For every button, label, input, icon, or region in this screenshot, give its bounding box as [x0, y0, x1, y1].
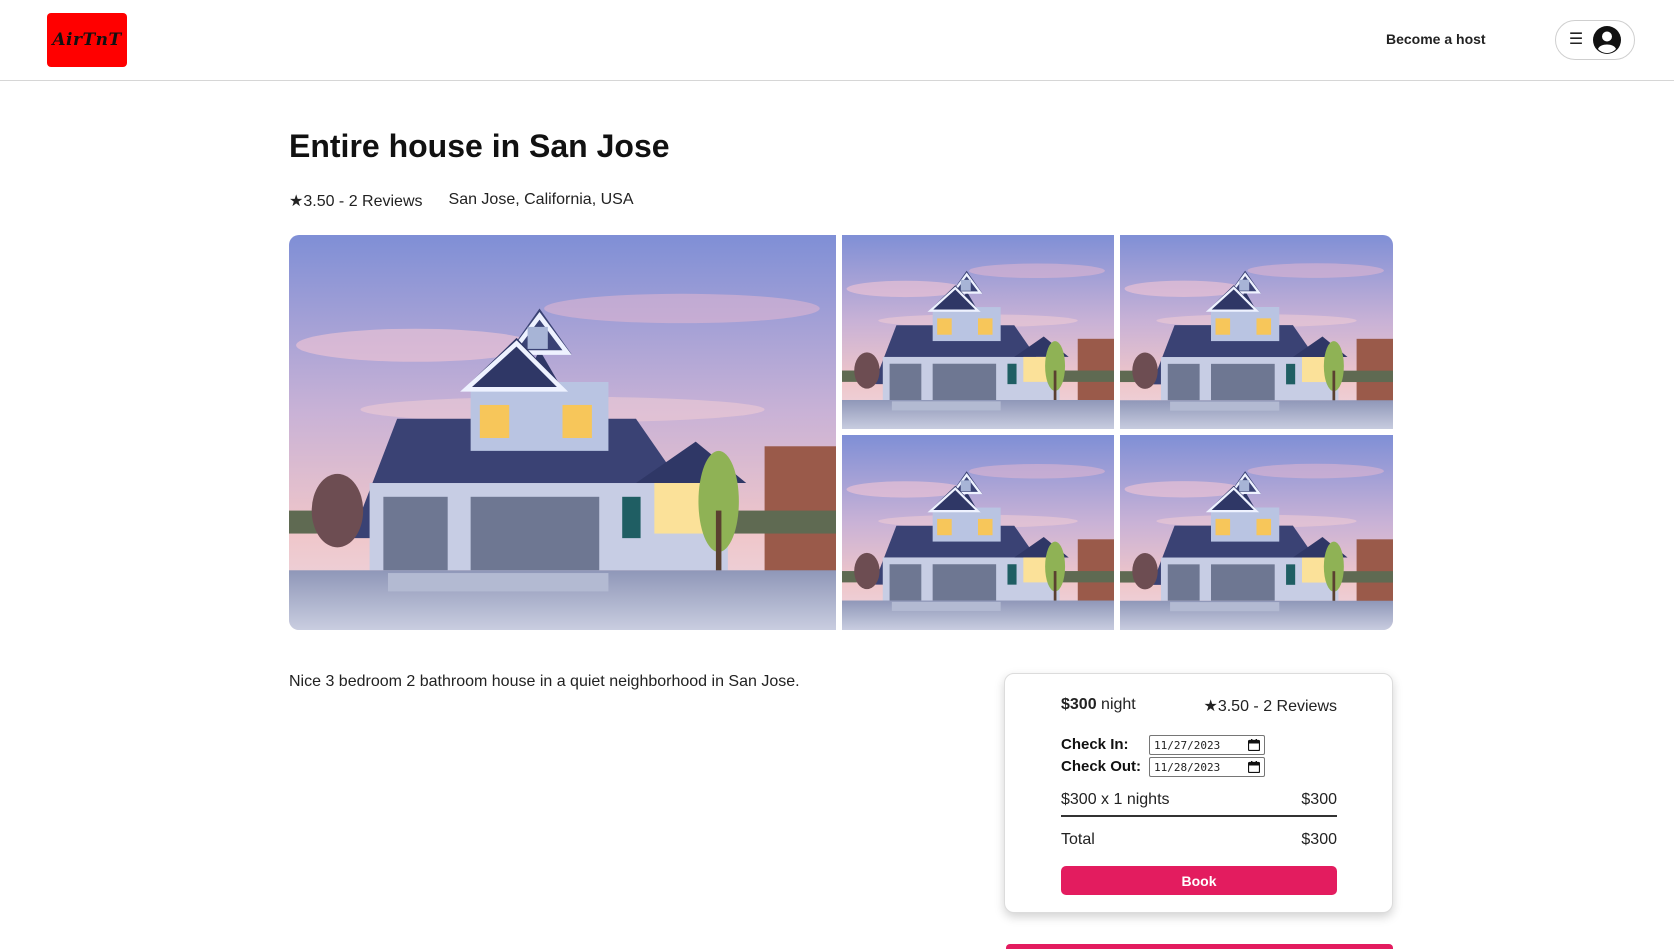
check-out-date-input[interactable]: 11/28/2023: [1149, 757, 1265, 777]
gallery-photo[interactable]: [1120, 235, 1393, 429]
check-out-label: Check Out:: [1061, 758, 1142, 775]
price-amount: $300: [1061, 696, 1097, 713]
calendar-icon[interactable]: [1248, 761, 1260, 773]
gallery-photo[interactable]: [842, 235, 1114, 429]
calendar-icon[interactable]: [1248, 739, 1260, 751]
check-in-date-value: 11/27/2023: [1154, 738, 1221, 752]
total-amount: $300: [1301, 831, 1337, 848]
house-photo-image: [1120, 435, 1393, 630]
total-row: Total $300: [1061, 831, 1337, 849]
hamburger-icon: ☰: [1568, 31, 1584, 48]
gallery-photo[interactable]: [842, 435, 1114, 630]
check-in-date-input[interactable]: 11/27/2023: [1149, 735, 1265, 755]
top-navbar: AirTnT Become a host ☰: [0, 0, 1674, 81]
nights-amount: $300: [1301, 791, 1337, 808]
user-circle-icon: [1593, 26, 1622, 54]
booking-card: $300 night ★3.50 - 2 Reviews Check In: 1…: [1004, 673, 1393, 913]
check-out-date-value: 11/28/2023: [1154, 760, 1221, 774]
listing-rating: ★3.50 - 2 Reviews: [289, 193, 423, 210]
book-button[interactable]: Book: [1061, 866, 1337, 895]
price-unit: night: [1101, 696, 1136, 713]
house-photo-image: [1120, 235, 1393, 429]
logo-text: AirTnT: [52, 30, 122, 50]
nightly-price: $300 night: [1061, 696, 1136, 714]
booking-rating: ★3.50 - 2 Reviews: [1203, 698, 1337, 715]
house-photo-image: [289, 235, 836, 630]
listing-description: Nice 3 bedroom 2 bathroom house in a qui…: [289, 673, 800, 690]
user-menu-button[interactable]: ☰: [1555, 20, 1635, 60]
total-label: Total: [1061, 831, 1095, 848]
main-photo[interactable]: [289, 235, 836, 630]
check-in-label: Check In:: [1061, 736, 1129, 753]
pink-button-edge: [1006, 944, 1393, 949]
nights-label: $300 x 1 nights: [1061, 791, 1170, 808]
cost-divider: [1061, 815, 1337, 817]
photo-gallery: [289, 235, 1393, 630]
nights-cost-row: $300 x 1 nights $300: [1061, 791, 1337, 809]
listing-title: Entire house in San Jose: [289, 128, 670, 164]
gallery-photo[interactable]: [1120, 435, 1393, 630]
become-host-link[interactable]: Become a host: [1386, 31, 1486, 47]
listing-location: San Jose, California, USA: [448, 191, 634, 208]
listing-subline: ★3.50 - 2 Reviews San Jose, California, …: [289, 191, 634, 211]
house-photo-image: [842, 235, 1114, 429]
airtnt-logo[interactable]: AirTnT: [47, 13, 127, 67]
house-photo-image: [842, 435, 1114, 630]
